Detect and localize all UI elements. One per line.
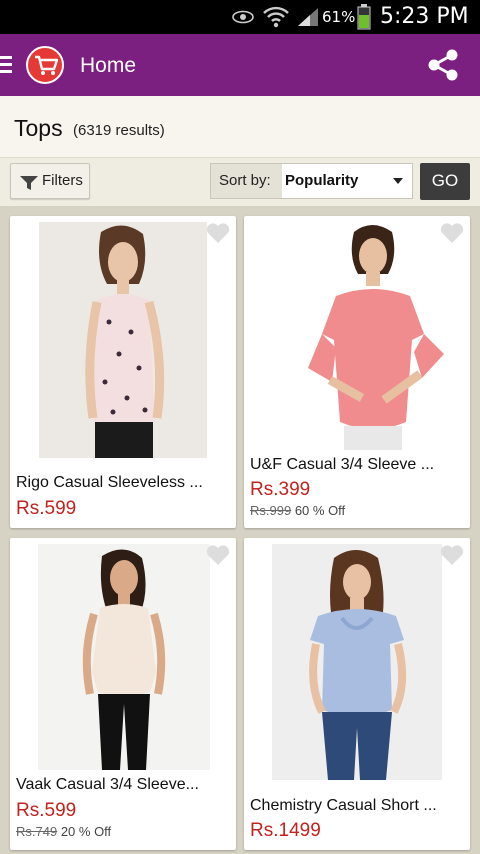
product-original-price: Rs.749 20 % Off <box>16 824 111 839</box>
product-name: Chemistry Casual Short ... <box>250 797 437 814</box>
product-name: U&F Casual 3/4 Sleeve ... <box>250 456 435 473</box>
listing-header: Tops (6319 results) <box>0 96 480 158</box>
original-price: Rs.999 <box>250 503 292 518</box>
cart-logo-icon[interactable] <box>26 46 64 84</box>
battery-icon <box>357 4 371 30</box>
sort-dropdown[interactable]: Sort by: Popularity <box>210 163 413 199</box>
product-price: Rs.599 <box>16 800 77 821</box>
funnel-icon <box>20 176 38 190</box>
clock: 5:23 PM <box>380 4 469 29</box>
heart-icon[interactable] <box>206 544 230 566</box>
heart-icon[interactable] <box>440 544 464 566</box>
sort-value: Popularity <box>285 172 359 189</box>
eye-icon <box>232 10 254 24</box>
chevron-down-icon <box>393 178 403 184</box>
menu-icon[interactable] <box>0 56 12 74</box>
status-bar: 61% 5:23 PM <box>0 0 480 34</box>
filters-label: Filters <box>42 172 83 189</box>
heart-icon[interactable] <box>440 222 464 244</box>
product-card[interactable]: U&F Casual 3/4 Sleeve ... Rs.399 Rs.999 … <box>244 216 470 528</box>
action-bar: Home <box>0 34 480 96</box>
product-price: Rs.599 <box>16 498 77 519</box>
product-image[interactable] <box>274 222 470 450</box>
screen-title: Home <box>80 54 137 77</box>
filter-bar: Filters Sort by: Popularity GO <box>0 158 480 206</box>
product-card[interactable]: Rigo Casual Sleeveless ... Rs.599 <box>10 216 236 528</box>
product-image[interactable] <box>272 544 442 780</box>
heart-icon[interactable] <box>206 222 230 244</box>
original-price: Rs.749 <box>16 824 58 839</box>
product-card[interactable]: Vaak Casual 3/4 Sleeve... Rs.599 Rs.749 … <box>10 538 236 850</box>
page-title: Tops <box>14 115 63 141</box>
signal-icon <box>298 8 318 26</box>
filters-button[interactable]: Filters <box>10 163 90 199</box>
discount-label: 20 % Off <box>60 824 112 839</box>
wifi-icon <box>263 6 289 28</box>
product-name: Vaak Casual 3/4 Sleeve... <box>16 776 199 793</box>
product-original-price: Rs.999 60 % Off <box>250 503 345 518</box>
share-icon[interactable] <box>426 48 460 82</box>
product-price: Rs.399 <box>250 479 311 500</box>
sort-label: Sort by: <box>211 164 282 198</box>
product-image[interactable] <box>39 222 207 458</box>
product-price: Rs.1499 <box>250 820 321 841</box>
go-button[interactable]: GO <box>420 163 470 200</box>
product-card[interactable]: Chemistry Casual Short ... Rs.1499 <box>244 538 470 850</box>
battery-percentage: 61% <box>322 8 356 26</box>
discount-label: 60 % Off <box>294 503 346 518</box>
product-image[interactable] <box>38 544 210 770</box>
product-name: Rigo Casual Sleeveless ... <box>16 474 203 491</box>
results-count: (6319 results) <box>73 122 165 139</box>
